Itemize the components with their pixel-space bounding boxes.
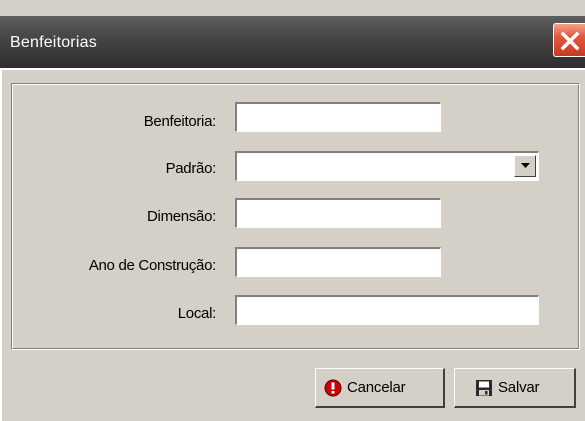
padrao-dropdown-button[interactable]: [514, 155, 536, 177]
benfeitoria-input[interactable]: [235, 102, 441, 132]
close-x-icon: [560, 31, 580, 51]
save-button[interactable]: Salvar: [454, 368, 576, 408]
local-input[interactable]: [235, 295, 539, 325]
close-button[interactable]: [553, 23, 585, 57]
cancel-stop-icon: [324, 379, 342, 401]
ano-construcao-label: Ano de Construção:: [88, 257, 216, 274]
body-top-edge: [2, 68, 585, 70]
padrao-label: Padrão:: [165, 160, 217, 177]
benfeitorias-dialog: Benfeitorias Benfeitoria: Padrão: Dimens…: [0, 0, 585, 421]
dropdown-arrow-icon: [521, 163, 530, 168]
title-bar[interactable]: Benfeitorias: [0, 16, 585, 68]
save-button-label: Salvar: [498, 379, 540, 396]
ano-construcao-input[interactable]: [235, 247, 441, 277]
window-title: Benfeitorias: [10, 34, 97, 51]
cancel-button[interactable]: Cancelar: [315, 368, 445, 408]
cancel-button-label: Cancelar: [347, 379, 406, 396]
local-label: Local:: [177, 305, 217, 322]
benfeitoria-label: Benfeitoria:: [143, 113, 217, 130]
padrao-select[interactable]: [235, 151, 539, 181]
dimensao-label: Dimensão:: [147, 208, 216, 225]
dimensao-input[interactable]: [235, 198, 441, 228]
floppy-disk-icon: [475, 379, 493, 401]
dialog-body: Benfeitoria: Padrão: Dimensão: Ano de Co…: [0, 68, 585, 421]
